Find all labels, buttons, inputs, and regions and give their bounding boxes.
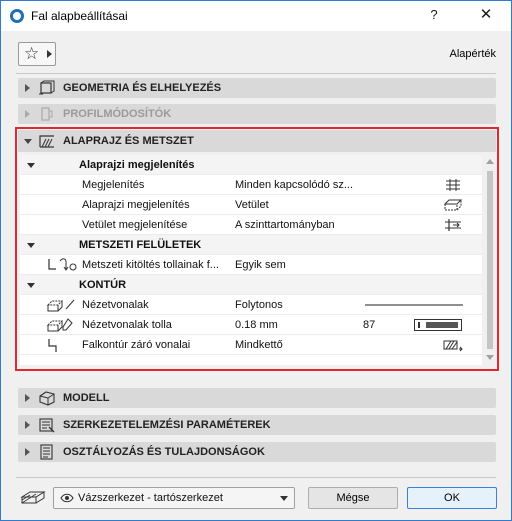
section-label: MODELL — [63, 392, 110, 404]
chevron-down-icon — [27, 163, 35, 168]
dialog-title: Fal alapbeállításai — [31, 9, 128, 23]
outline-close-icon — [48, 339, 57, 352]
cut-fill-pen-icon — [48, 258, 77, 271]
section-floor-plan-header[interactable]: ALAPRAJZ ÉS METSZET — [18, 130, 496, 152]
table-row[interactable]: Nézetvonalak tolla 0.18 mm 87 — [20, 315, 482, 335]
structural-analysis-icon — [39, 418, 55, 433]
chevron-down-icon — [27, 283, 35, 288]
layer-select[interactable]: Vázszerkezet - tartószerkezet — [53, 487, 295, 509]
chevron-right-icon — [25, 394, 30, 402]
scrollbar[interactable] — [483, 155, 497, 365]
story-range-icon — [445, 219, 461, 231]
scroll-thumb[interactable] — [487, 171, 493, 349]
geometry-icon — [39, 80, 55, 95]
projection-icon — [443, 199, 463, 211]
group-label: KONTÚR — [79, 279, 127, 291]
row-value: Mindkettő — [235, 339, 283, 351]
section-structural-analysis[interactable]: SZERKEZETELEMZÉSI PARAMÉTEREK — [18, 415, 496, 435]
dialog-window: Fal alapbeállításai ? ✕ ☆ Alapérték GEOM… — [0, 0, 512, 521]
eye-icon — [60, 493, 74, 503]
chevron-right-icon — [47, 50, 52, 58]
close-button[interactable]: ✕ — [476, 5, 496, 25]
section-label: SZERKEZETELEMZÉSI PARAMÉTEREK — [63, 419, 271, 431]
chevron-down-icon — [27, 243, 35, 248]
row-label: Nézetvonalak tolla — [82, 319, 172, 331]
dialog-body: ☆ Alapérték GEOMETRIA ÉS ELHELYEZÉS PROF… — [2, 31, 510, 520]
section-geometry[interactable]: GEOMETRIA ÉS ELHELYEZÉS — [18, 78, 496, 98]
group-row-display[interactable]: Alaprajzi megjelenítés — [20, 155, 482, 175]
floor-plan-section-icon — [39, 135, 54, 148]
row-label: Alaprajzi megjelenítés — [82, 199, 190, 211]
pen-color-swatch[interactable] — [414, 319, 462, 331]
section-model[interactable]: MODELL — [18, 388, 496, 408]
chevron-right-icon — [25, 84, 30, 92]
row-label: Vetület megjelenítése — [82, 219, 188, 231]
scroll-down-icon[interactable] — [486, 355, 494, 360]
pen-number: 87 — [363, 319, 376, 331]
layer-select-value: Vázszerkezet - tartószerkezet — [78, 492, 223, 504]
row-value: Egyik sem — [235, 259, 286, 271]
chevron-right-icon — [25, 421, 30, 429]
star-icon: ☆ — [24, 44, 40, 63]
section-label: ALAPRAJZ ÉS METSZET — [63, 135, 194, 147]
section-label: OSZTÁLYOZÁS ÉS TULAJDONSÁGOK — [63, 446, 265, 458]
cancel-button[interactable]: Mégse — [308, 487, 398, 509]
chevron-down-icon — [280, 496, 288, 501]
layer-icon — [20, 491, 46, 504]
help-button[interactable]: ? — [426, 7, 442, 25]
row-label: Nézetvonalak — [82, 299, 149, 311]
table-row[interactable]: Nézetvonalak Folytonos — [20, 295, 482, 315]
divider — [16, 73, 496, 74]
row-value: A szinttartományban — [235, 219, 335, 231]
section-label: PROFILMÓDOSÍTÓK — [63, 108, 172, 120]
app-logo-icon — [10, 9, 24, 23]
group-label: METSZETI FELÜLETEK — [79, 239, 202, 251]
section-floor-plan-expanded: ALAPRAJZ ÉS METSZET Alaprajzi megjelenít… — [15, 127, 499, 371]
row-label: Metszeti kitöltés tollainak f... — [82, 259, 219, 271]
row-value: Vetület — [235, 199, 269, 211]
line-type-preview — [365, 304, 463, 306]
row-label: Falkontúr záró vonalai — [82, 339, 191, 351]
uncut-line-pen-icon — [46, 318, 73, 332]
uncut-lines-icon — [46, 299, 75, 312]
default-label: Alapérték — [449, 48, 496, 60]
group-row-cut-surfaces[interactable]: METSZETI FELÜLETEK — [20, 235, 482, 255]
group-label: Alaprajzi megjelenítés — [79, 159, 195, 171]
both-ends-icon — [443, 340, 463, 352]
table-row[interactable]: Vetület megjelenítése A szinttartományba… — [20, 215, 482, 235]
section-label: GEOMETRIA ÉS ELHELYEZÉS — [63, 82, 222, 94]
table-row[interactable]: Falkontúr záró vonalai Mindkettő — [20, 335, 482, 355]
divider — [16, 477, 496, 478]
stories-display-icon — [446, 179, 460, 191]
favorites-button[interactable]: ☆ — [18, 42, 56, 66]
table-row[interactable]: Metszeti kitöltés tollainak f... Egyik s… — [20, 255, 482, 275]
settings-table: Alaprajzi megjelenítés Megjelenítés Mind… — [20, 155, 482, 365]
scroll-up-icon[interactable] — [486, 159, 494, 164]
section-classification[interactable]: OSZTÁLYOZÁS ÉS TULAJDONSÁGOK — [18, 442, 496, 462]
row-value: Minden kapcsolódó sz... — [235, 179, 354, 191]
classification-icon — [40, 444, 53, 460]
section-profile-modifiers[interactable]: PROFILMÓDOSÍTÓK — [18, 104, 496, 124]
row-value: Folytonos — [235, 299, 283, 311]
chevron-right-icon — [25, 448, 30, 456]
table-row[interactable]: Megjelenítés Minden kapcsolódó sz... — [20, 175, 482, 195]
chevron-right-icon — [25, 110, 30, 118]
row-value: 0.18 mm — [235, 319, 278, 331]
model-icon — [39, 391, 55, 406]
ok-button[interactable]: OK — [407, 487, 497, 509]
profile-modifier-icon — [41, 107, 53, 121]
table-row[interactable]: Alaprajzi megjelenítés Vetület — [20, 195, 482, 215]
chevron-down-icon — [24, 139, 32, 144]
row-label: Megjelenítés — [82, 179, 145, 191]
title-bar: Fal alapbeállításai ? ✕ — [1, 1, 511, 31]
group-row-outlines[interactable]: KONTÚR — [20, 275, 482, 295]
